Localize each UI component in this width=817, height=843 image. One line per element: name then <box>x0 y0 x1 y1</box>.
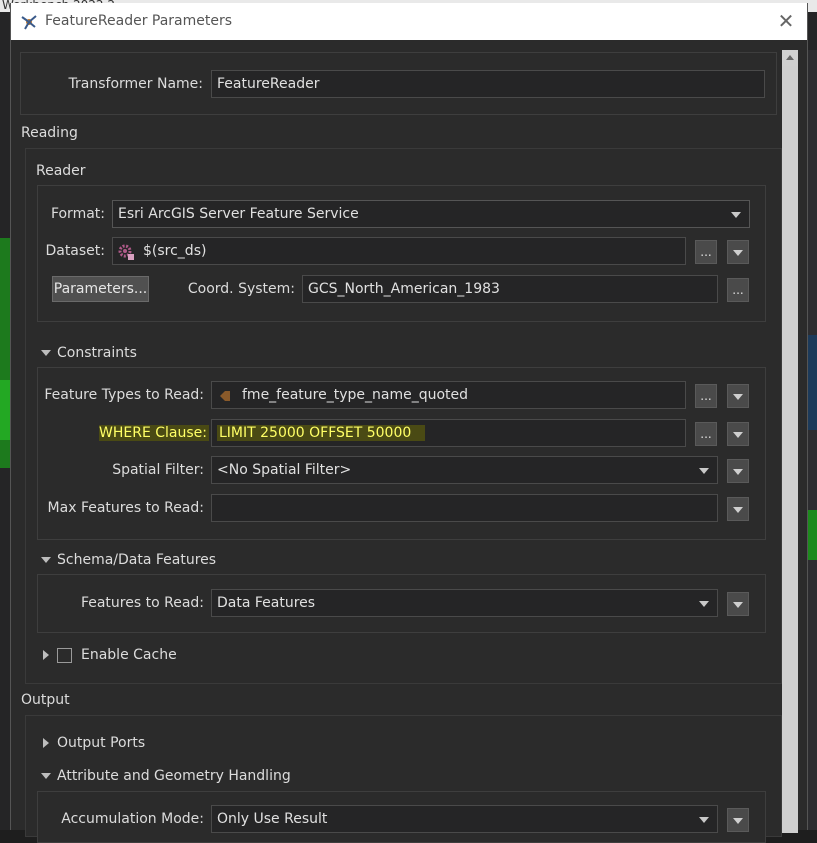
max-features-options-button[interactable] <box>727 497 749 521</box>
dialog-title: FeatureReader Parameters <box>45 13 233 29</box>
where-clause-label: WHERE Clause: <box>99 425 209 441</box>
coord-system-label: Coord. System: <box>187 281 295 297</box>
dataset-label: Dataset: <box>45 243 105 259</box>
format-select[interactable]: Esri ArcGIS Server Feature Service <box>112 200 750 228</box>
attribute-value-icon <box>220 391 230 401</box>
where-clause-options-button[interactable] <box>727 422 749 446</box>
background-canvas-object <box>0 380 10 440</box>
close-button[interactable]: ✕ <box>775 10 797 32</box>
output-ports-expand-icon[interactable] <box>43 738 49 748</box>
output-ports-title[interactable]: Output Ports <box>57 735 145 751</box>
chevron-down-icon <box>699 817 709 823</box>
gear-user-icon <box>118 244 134 260</box>
feature-types-value: fme_feature_type_name_quoted <box>242 387 469 403</box>
feature-types-options-button[interactable] <box>727 384 749 408</box>
chevron-down-icon <box>731 212 741 218</box>
chevron-down-icon <box>699 468 709 474</box>
chevron-down-icon <box>699 601 709 607</box>
dataset-input[interactable]: $(src_ds) <box>112 237 686 265</box>
coord-system-browse-button[interactable]: ... <box>727 278 749 302</box>
feature-types-input[interactable]: fme_feature_type_name_quoted <box>211 381 686 409</box>
format-value: Esri ArcGIS Server Feature Service <box>118 206 359 222</box>
features-to-read-value: Data Features <box>217 595 316 611</box>
format-label: Format: <box>50 206 105 222</box>
accumulation-mode-select[interactable]: Only Use Result <box>211 805 718 833</box>
enable-cache-checkbox[interactable] <box>57 648 72 663</box>
dataset-value: $(src_ds) <box>143 243 207 259</box>
title-bar[interactable]: FeatureReader Parameters ✕ <box>11 3 807 40</box>
scroll-up-arrow[interactable] <box>782 50 798 66</box>
feature-reader-dialog: FeatureReader Parameters ✕ Transformer N… <box>10 3 808 843</box>
fme-transformer-icon <box>21 15 37 30</box>
enable-cache-label[interactable]: Enable Cache <box>81 647 177 663</box>
schema-section-title[interactable]: Schema/Data Features <box>57 552 216 568</box>
features-to-read-label: Features to Read: <box>80 595 204 611</box>
accumulation-mode-value: Only Use Result <box>217 811 328 827</box>
attr-geom-collapse-icon[interactable] <box>41 773 51 779</box>
reader-section-title: Reader <box>36 163 86 179</box>
dataset-options-button[interactable] <box>727 240 749 264</box>
dataset-browse-button[interactable]: ... <box>695 240 717 264</box>
max-features-label: Max Features to Read: <box>47 500 204 516</box>
transformer-name-input[interactable]: FeatureReader <box>211 70 765 98</box>
spatial-filter-options-button[interactable] <box>727 459 749 483</box>
output-section-title: Output <box>21 692 70 708</box>
feature-types-browse-button[interactable]: ... <box>695 384 717 408</box>
features-to-read-options-button[interactable] <box>727 592 749 616</box>
spatial-filter-value: <No Spatial Filter> <box>217 462 352 478</box>
where-clause-input[interactable]: LIMIT 25000 OFFSET 50000 <box>211 419 686 447</box>
parameters-button[interactable]: Parameters... <box>52 276 149 302</box>
coord-system-input[interactable]: GCS_North_American_1983 <box>302 275 718 303</box>
cache-expand-icon[interactable] <box>43 650 49 660</box>
constraints-section-title[interactable]: Constraints <box>57 345 137 361</box>
feature-types-label: Feature Types to Read: <box>44 387 204 403</box>
schema-collapse-icon[interactable] <box>41 557 51 563</box>
max-features-input[interactable] <box>211 494 718 522</box>
scrollbar-thumb[interactable] <box>782 66 798 833</box>
features-to-read-select[interactable]: Data Features <box>211 589 718 617</box>
background-canvas-object <box>808 510 817 560</box>
transformer-name-label: Transformer Name: <box>68 76 203 92</box>
background-canvas-object <box>808 335 817 430</box>
accumulation-mode-label: Accumulation Mode: <box>61 811 204 827</box>
constraints-collapse-icon[interactable] <box>41 350 51 356</box>
spatial-filter-select[interactable]: <No Spatial Filter> <box>211 456 718 484</box>
where-clause-value: LIMIT 25000 OFFSET 50000 <box>217 425 426 441</box>
reading-section-title: Reading <box>21 125 78 141</box>
attr-geom-title[interactable]: Attribute and Geometry Handling <box>57 768 291 784</box>
accumulation-mode-options-button[interactable] <box>727 808 749 832</box>
where-clause-browse-button[interactable]: ... <box>695 422 717 446</box>
spatial-filter-label: Spatial Filter: <box>112 462 204 478</box>
